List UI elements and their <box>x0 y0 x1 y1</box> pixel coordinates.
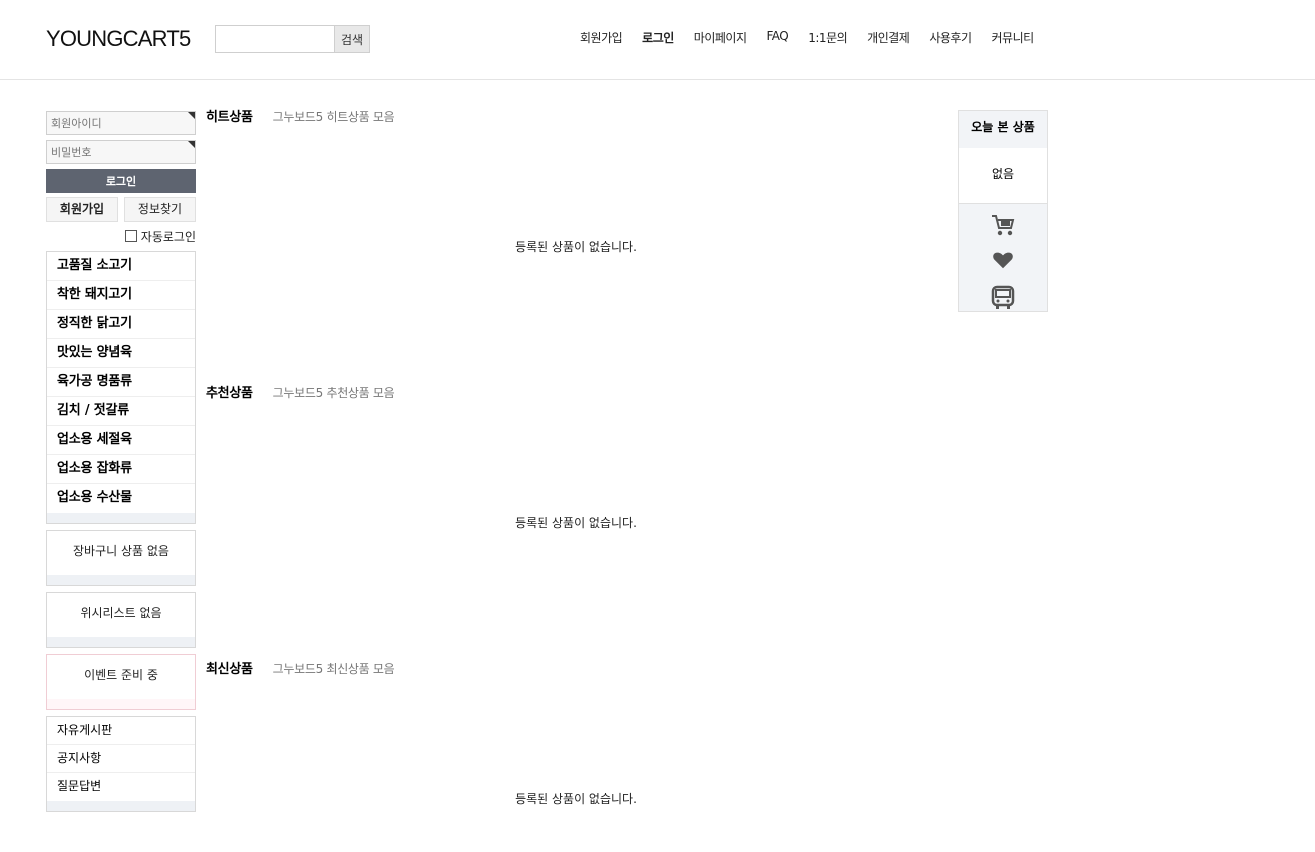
find-info-link[interactable]: 정보찾기 <box>124 197 196 222</box>
category-item[interactable]: 업소용 세절육 <box>47 426 195 455</box>
required-corner-icon <box>188 141 195 148</box>
category-item[interactable]: 김치 / 젓갈류 <box>47 397 195 426</box>
section-subtitle: 그누보드5 최신상품 모음 <box>272 662 395 676</box>
cart-icon[interactable] <box>959 210 1047 246</box>
section-subtitle: 그누보드5 히트상품 모음 <box>272 110 395 124</box>
nav-mypage[interactable]: 마이페이지 <box>684 29 757 46</box>
new-products-section: 최신상품 그누보드5 최신상품 모음 등록된 상품이 없습니다. <box>206 658 946 852</box>
member-id-field-wrapper <box>46 111 196 135</box>
search-box: 검색 <box>215 25 370 53</box>
auto-login: 자동로그인 <box>46 227 196 245</box>
category-item[interactable]: 고품질 소고기 <box>47 252 195 281</box>
login-links: 회원가입 정보찾기 <box>46 197 196 222</box>
section-title[interactable]: 추천상품 <box>206 382 253 401</box>
member-id-input[interactable] <box>47 112 195 134</box>
nav-join[interactable]: 회원가입 <box>570 29 632 46</box>
quick-icons <box>959 203 1047 318</box>
search-button[interactable]: 검색 <box>334 26 369 52</box>
empty-products-message: 등록된 상품이 없습니다. <box>515 792 637 806</box>
site-header: YOUNGCART5 검색 회원가입 로그인 마이페이지 FAQ 1:1문의 개… <box>0 0 1315 80</box>
empty-products-message: 등록된 상품이 없습니다. <box>515 516 637 530</box>
category-item[interactable]: 업소용 잡화류 <box>47 455 195 484</box>
auto-login-checkbox[interactable] <box>124 230 137 242</box>
board-item-notice[interactable]: 공지사항 <box>47 745 195 773</box>
left-sidebar: 로그인 회원가입 정보찾기 자동로그인 고품질 소고기 착한 돼지고기 정직한 … <box>46 111 196 812</box>
box-footer <box>47 575 195 585</box>
top-nav: 회원가입 로그인 마이페이지 FAQ 1:1문의 개인결제 사용후기 커뮤니티 <box>570 29 1044 46</box>
category-item[interactable]: 육가공 명품류 <box>47 368 195 397</box>
category-menu: 고품질 소고기 착한 돼지고기 정직한 닭고기 맛있는 양념육 육가공 명품류 … <box>46 251 196 524</box>
box-footer <box>47 699 195 709</box>
board-menu: 자유게시판 공지사항 질문답변 <box>46 716 196 812</box>
category-item[interactable]: 업소용 수산물 <box>47 484 195 513</box>
nav-faq[interactable]: FAQ <box>757 29 799 46</box>
login-button[interactable]: 로그인 <box>46 169 196 193</box>
today-viewed-title: 오늘 본 상품 <box>959 111 1047 148</box>
nav-community[interactable]: 커뮤니티 <box>982 29 1044 46</box>
nav-reviews[interactable]: 사용후기 <box>919 29 981 46</box>
board-item-qna[interactable]: 질문답변 <box>47 773 195 801</box>
today-viewed-panel: 오늘 본 상품 없음 <box>958 110 1048 312</box>
section-subtitle: 그누보드5 추천상품 모음 <box>272 386 395 400</box>
search-input[interactable] <box>216 26 335 52</box>
wishlist-empty-message: 위시리스트 없음 <box>80 606 162 620</box>
password-input[interactable] <box>47 141 195 163</box>
category-item[interactable]: 착한 돼지고기 <box>47 281 195 310</box>
bus-icon[interactable] <box>959 282 1047 318</box>
site-logo[interactable]: YOUNGCART5 <box>46 26 191 52</box>
recommended-products-section: 추천상품 그누보드5 추천상품 모음 등록된 상품이 없습니다. <box>206 382 946 582</box>
nav-qa[interactable]: 1:1문의 <box>798 29 857 46</box>
required-corner-icon <box>188 112 195 119</box>
box-footer <box>47 637 195 647</box>
section-title[interactable]: 히트상품 <box>206 106 253 125</box>
auto-login-label[interactable]: 자동로그인 <box>141 228 196 245</box>
cart-empty-message: 장바구니 상품 없음 <box>73 544 169 558</box>
nav-login[interactable]: 로그인 <box>632 29 684 46</box>
hit-products-section: 히트상품 그누보드5 히트상품 모음 등록된 상품이 없습니다. <box>206 106 946 306</box>
join-link[interactable]: 회원가입 <box>46 197 118 222</box>
password-field-wrapper <box>46 140 196 164</box>
board-item-free[interactable]: 자유게시판 <box>47 717 195 745</box>
wishlist-box: 위시리스트 없음 <box>46 592 196 648</box>
heart-icon[interactable] <box>959 246 1047 282</box>
category-item[interactable]: 정직한 닭고기 <box>47 310 195 339</box>
section-title[interactable]: 최신상품 <box>206 658 253 677</box>
category-item[interactable]: 맛있는 양념육 <box>47 339 195 368</box>
cart-box: 장바구니 상품 없음 <box>46 530 196 586</box>
empty-products-message: 등록된 상품이 없습니다. <box>515 240 637 254</box>
event-box: 이벤트 준비 중 <box>46 654 196 710</box>
nav-personal-pay[interactable]: 개인결제 <box>857 29 919 46</box>
today-viewed-empty: 없음 <box>959 148 1047 203</box>
event-message: 이벤트 준비 중 <box>84 668 158 682</box>
